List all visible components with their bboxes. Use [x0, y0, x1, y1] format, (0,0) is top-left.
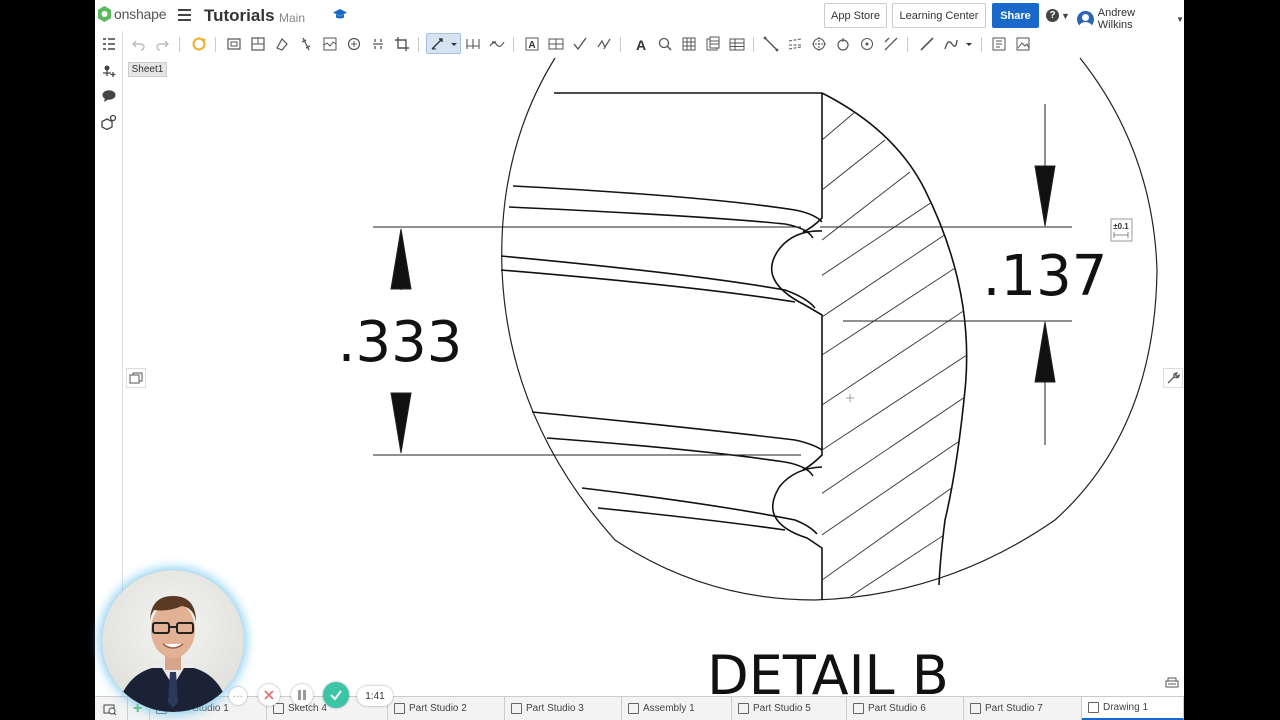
tab-label: Sketch 4 [288, 703, 327, 714]
cancel-recording-button[interactable] [258, 684, 280, 706]
cursor-crosshair [846, 394, 854, 402]
presenter-video [102, 570, 244, 712]
panel-toggle-left[interactable] [126, 368, 146, 388]
tolerance-label: ±0.1 [1113, 222, 1129, 231]
more-options-button[interactable]: ··· [229, 687, 247, 705]
tab-drawing-1[interactable]: Drawing 1 [1082, 697, 1184, 720]
part-studio-icon [273, 703, 284, 714]
tab-assembly-1[interactable]: Assembly 1 [622, 697, 732, 720]
detail-view-label[interactable]: DETAIL B [707, 644, 949, 696]
search-tabs-icon[interactable] [95, 697, 128, 720]
tab-part-studio-2[interactable]: Part Studio 2 [388, 697, 505, 720]
drawing-icon [1088, 702, 1099, 713]
tab-label: Part Studio 2 [409, 703, 467, 714]
tab-label: Part Studio 6 [868, 703, 926, 714]
pause-icon [298, 690, 306, 700]
assembly-icon [628, 703, 639, 714]
tab-label: Part Studio 5 [753, 703, 811, 714]
part-studio-icon [970, 703, 981, 714]
tab-label: Part Studio 3 [526, 703, 584, 714]
recording-timer: 1:41 [357, 686, 393, 706]
part-studio-icon [738, 703, 749, 714]
sheet-settings-icon[interactable] [1163, 674, 1183, 694]
dimension-value-left[interactable]: .333 [338, 310, 463, 375]
wrench-icon[interactable] [1163, 368, 1183, 388]
part-geometry [500, 92, 968, 600]
close-icon [264, 690, 274, 700]
tab-part-studio-7[interactable]: Part Studio 7 [964, 697, 1082, 720]
tab-label: Assembly 1 [643, 703, 695, 714]
dimension-value-right[interactable]: .137 [983, 244, 1108, 309]
drawing-canvas[interactable]: .333 .137 DETAIL B ±0.1 [95, 0, 1184, 696]
onshape-app: onshape Tutorials Main App Store Learnin… [95, 0, 1184, 720]
tab-label: Part Studio 7 [985, 703, 1043, 714]
check-icon [330, 690, 342, 701]
pause-recording-button[interactable] [291, 684, 313, 706]
tolerance-widget[interactable]: ±0.1 [1110, 218, 1133, 242]
tab-part-studio-5[interactable]: Part Studio 5 [732, 697, 847, 720]
tab-part-studio-3[interactable]: Part Studio 3 [505, 697, 622, 720]
part-studio-icon [394, 703, 405, 714]
tab-label: Drawing 1 [1103, 702, 1149, 713]
tab-part-studio-6[interactable]: Part Studio 6 [847, 697, 964, 720]
finish-recording-button[interactable] [323, 682, 349, 708]
dimension-graphics [373, 104, 1072, 456]
part-studio-icon [511, 703, 522, 714]
part-studio-icon [853, 703, 864, 714]
webcam-overlay[interactable] [102, 570, 244, 712]
detail-circle-boundary [501, 57, 1158, 601]
